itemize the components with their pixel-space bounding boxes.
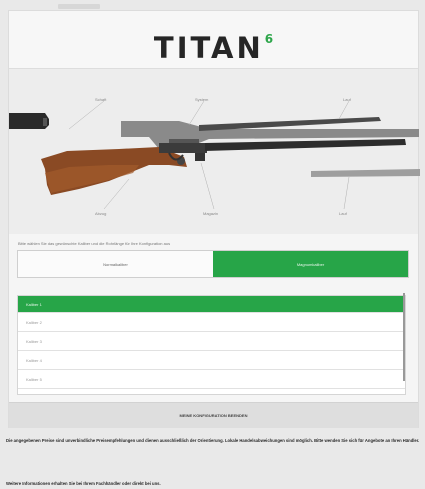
caliber-item[interactable]: Kaliber 4 bbox=[18, 351, 405, 370]
label-magazin[interactable]: Magazin bbox=[203, 211, 218, 216]
caliber-item[interactable]: Kaliber 1 bbox=[18, 296, 405, 313]
barrel-top bbox=[199, 117, 381, 131]
configurator-panel: TITAN6 Schaft System Lauf Abzug Magazin … bbox=[8, 10, 420, 428]
top-tab[interactable] bbox=[58, 4, 100, 9]
bolt bbox=[169, 139, 199, 143]
finish-configuration-button[interactable]: MEINE KONFIGURATION BEENDEN bbox=[9, 402, 418, 428]
price-disclaimer: Die angegebenen Preise sind unverbindlic… bbox=[6, 438, 420, 443]
label-system[interactable]: System bbox=[195, 97, 208, 102]
caliber-item[interactable]: Kaliber 2 bbox=[18, 313, 405, 332]
label-lauf-top[interactable]: Lauf bbox=[343, 97, 351, 102]
instruction-text: Bitte wählen Sie das gewünschte Kaliber … bbox=[18, 241, 171, 246]
label-abzug[interactable]: Abzug bbox=[95, 211, 106, 216]
info-disclaimer: Weitere Informationen erhalten Sie bei I… bbox=[6, 481, 161, 486]
rifle-illustration bbox=[9, 100, 420, 210]
caliber-item[interactable]: Kaliber 3 bbox=[18, 332, 405, 351]
caliber-type-toggle[interactable]: Normalkaliber Magnumkaliber bbox=[17, 250, 409, 278]
logo-bar: TITAN6 bbox=[9, 11, 418, 69]
caliber-list[interactable]: Kaliber 1 Kaliber 2 Kaliber 3 Kaliber 4 … bbox=[17, 295, 406, 395]
stock-butt-plate bbox=[43, 118, 47, 126]
caliber-item[interactable]: Kaliber 5 bbox=[18, 370, 405, 389]
list-scrollbar[interactable] bbox=[403, 293, 405, 381]
rifle-barrel bbox=[205, 139, 406, 151]
brand-logo: TITAN6 bbox=[9, 31, 418, 65]
label-schaft[interactable]: Schaft bbox=[95, 97, 106, 102]
label-lauf-bottom[interactable]: Lauf bbox=[339, 211, 347, 216]
rifle-configurator[interactable]: Schaft System Lauf Abzug Magazin Lauf bbox=[9, 69, 420, 234]
magazine bbox=[195, 153, 205, 161]
magnum-caliber-option[interactable]: Magnumkaliber bbox=[213, 251, 408, 277]
normal-caliber-option[interactable]: Normalkaliber bbox=[18, 251, 213, 277]
brand-version: 6 bbox=[264, 32, 274, 46]
receiver bbox=[159, 143, 207, 153]
brand-name: TITAN bbox=[153, 31, 264, 65]
barrel-silver bbox=[311, 169, 420, 177]
